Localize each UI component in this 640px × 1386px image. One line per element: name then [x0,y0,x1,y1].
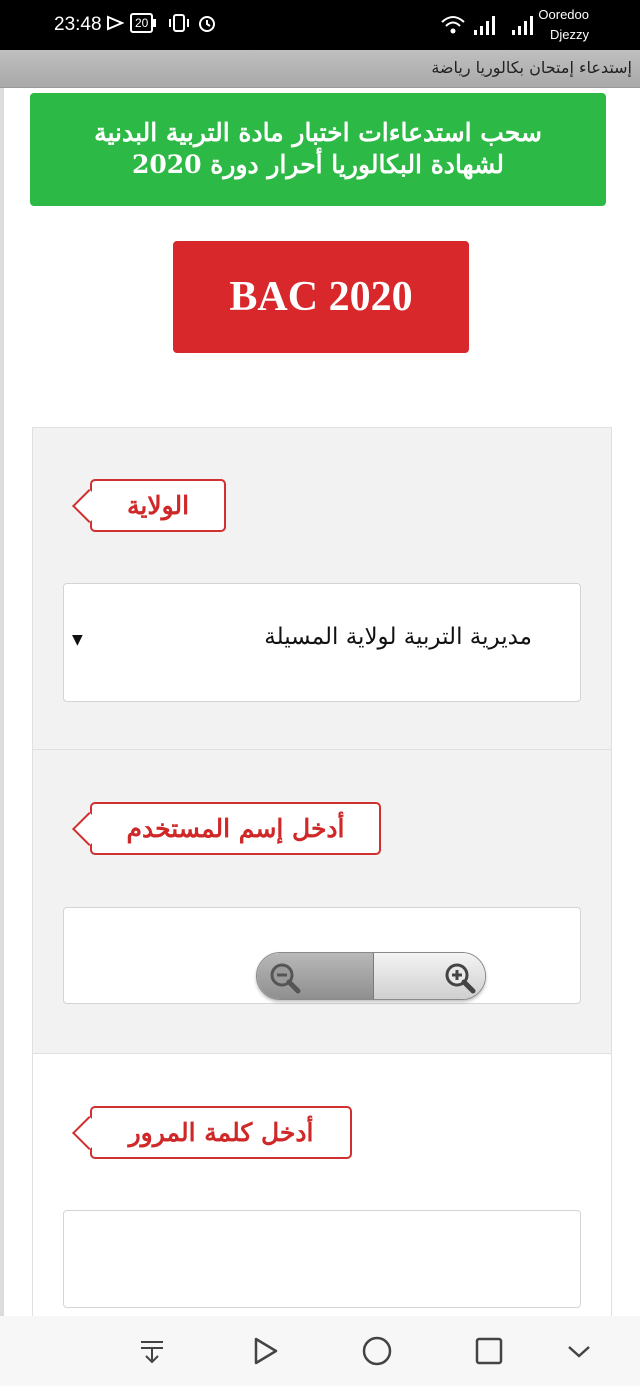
dropdown-arrow-icon: ▼ [72,632,83,648]
zoom-out-button[interactable] [257,953,373,999]
header-banner: سحب استدعاءات اختبار مادة التربية البدني… [30,93,606,206]
home-circle-icon[interactable] [360,1334,394,1368]
download-icon[interactable] [135,1334,169,1368]
wifi-icon [441,16,465,34]
page-edge [0,88,4,1316]
system-nav-bar [0,1316,640,1386]
username-input[interactable] [63,907,581,1004]
zoom-out-icon [270,963,301,994]
zoom-in-icon [445,963,476,994]
back-triangle-icon[interactable] [248,1334,282,1368]
carrier-secondary: Djezzy [549,27,589,42]
wilaya-label-tag: الولاية [90,479,226,532]
notification-icon [107,15,124,31]
password-input[interactable] [63,1210,581,1308]
collapse-chevron-icon[interactable] [562,1334,596,1368]
banner-line-1: سحب استدعاءات اختبار مادة التربية البدني… [94,118,542,147]
banner-line-2: لشهادة البكالوريا أحرار دورة 2020 [132,150,504,179]
wilaya-section: الولاية مديرية التربية لولاية المسيلة ▼ [32,427,612,750]
zoom-in-button[interactable] [373,953,485,999]
username-section: أدخل إسم المستخدم [32,750,612,1054]
signal-icon-1 [474,16,495,35]
app-title: إستدعاء إمتحان بكالوريا رياضة [431,58,632,77]
password-label: أدخل كلمة المرور [128,1118,314,1147]
carrier-primary: Ooredoo [538,7,589,22]
alarm-icon [199,16,216,32]
vibrate-icon [169,14,190,32]
zoom-control [256,952,486,1000]
username-label-tag: أدخل إسم المستخدم [90,802,381,855]
status-bar: 23:48 20 Ooredoo Djezzy [0,0,640,50]
status-icons-left: 20 [106,13,217,33]
wilaya-label: الولاية [126,491,190,520]
battery-icon: 20 [130,13,157,33]
password-section: أدخل كلمة المرور [32,1054,612,1316]
wilaya-selected-value: مديرية التربية لولاية المسيلة [264,624,532,650]
app-title-bar: إستدعاء إمتحان بكالوريا رياضة [0,50,640,88]
signal-icon-2 [512,16,533,35]
password-label-tag: أدخل كلمة المرور [90,1106,352,1159]
username-label: أدخل إسم المستخدم [126,814,345,843]
status-time: 23:48 [54,14,102,35]
recents-square-icon[interactable] [472,1334,506,1368]
bac-2020-button[interactable]: BAC 2020 [173,241,469,353]
wilaya-select[interactable]: مديرية التربية لولاية المسيلة ▼ [63,583,581,702]
